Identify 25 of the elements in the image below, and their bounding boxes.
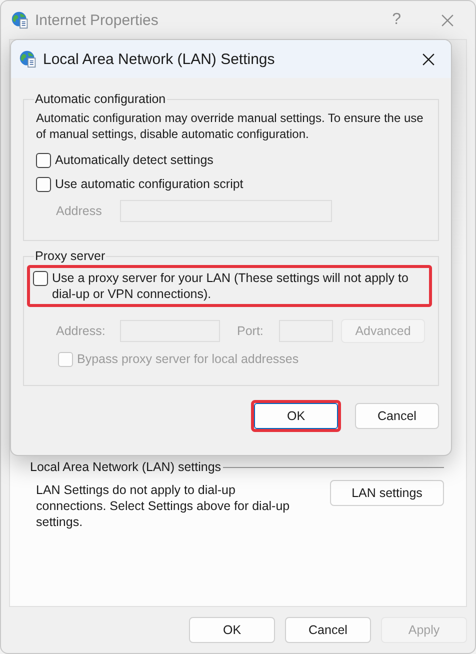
checkbox-label: Use automatic configuration script [55, 176, 244, 192]
checkbox-label: Automatically detect settings [55, 152, 214, 168]
field-label: Port: [237, 324, 264, 338]
group-title: Automatic configuration [34, 92, 167, 106]
dialog-title: Local Area Network (LAN) Settings [43, 50, 276, 68]
checkbox[interactable] [36, 153, 51, 168]
checkbox-label: Use a proxy server for your LAN (These settings will not apply to dial-up or VPN connections). [52, 270, 410, 302]
group-description: Automatic configuration may override manual settings. To ensure the use of manual settings, disable automatic configuration. [36, 110, 424, 142]
dialog-button[interactable]: OK [189, 617, 275, 643]
group-title: Proxy server [34, 249, 106, 263]
globe-icon [19, 50, 37, 68]
field-label: Address [56, 204, 103, 218]
lan-settings-button[interactable]: LAN settings [330, 480, 444, 506]
checkbox-label: Bypass proxy server for local addresses [77, 351, 299, 367]
section-description: LAN Settings do not apply to dial-up connections. Select Settings above for dial-up settings. [36, 482, 291, 530]
dialog-button[interactable]: Cancel [355, 403, 439, 429]
window-title: Internet Properties [35, 12, 160, 28]
field-label: Address: [56, 324, 106, 338]
globe-icon [11, 11, 29, 29]
dialog-button[interactable]: Cancel [285, 617, 371, 643]
checkbox[interactable] [36, 177, 51, 192]
dialog-button[interactable]: OK [254, 403, 338, 429]
section-title: Local Area Network (LAN) settings [30, 460, 222, 474]
close-icon[interactable] [422, 52, 435, 66]
checkbox[interactable] [33, 271, 48, 286]
